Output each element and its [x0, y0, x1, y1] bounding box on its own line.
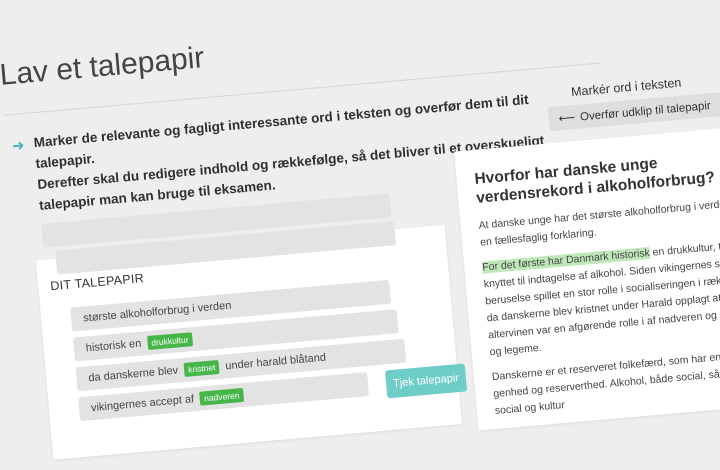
item-text: største alkoholforbrug i verden: [82, 299, 232, 325]
item-text: historisk en: [85, 337, 142, 355]
talepapir-card: DIT TALEPAPIR største alkoholforbrug i v…: [36, 193, 468, 460]
item-text: da danskerne blev: [87, 364, 179, 385]
transfer-clip-label: Overfør udklip til talepapir: [579, 100, 712, 124]
mark-toolbar: Markér ord i teksten ⟵ Overfør udklip til…: [546, 73, 720, 132]
keyword-tag[interactable]: nadveren: [199, 388, 245, 406]
scene: Lav et talepapir ➜ Marker de relevante o…: [0, 0, 720, 460]
article-card: Hvorfor har danske unge verdensrekord i …: [454, 125, 720, 431]
page-title: Lav et talepapir: [0, 41, 206, 92]
article-title: Hvorfor har danske unge verdensrekord i …: [473, 154, 716, 207]
arrow-right-icon: ➜: [11, 137, 26, 156]
check-talepapir-button[interactable]: Tjek talepapir: [384, 363, 468, 399]
item-text: under harald blåtand: [224, 351, 327, 373]
item-text: vikingernes accept af: [90, 393, 195, 415]
talepapir-title: DIT TALEPAPIR: [49, 271, 145, 294]
article-paragraph: For det første har Danmark historisk en …: [481, 235, 720, 361]
article-text[interactable]: At danske unge har det største alkoholfo…: [478, 193, 720, 427]
keyword-tag[interactable]: kristnet: [183, 360, 221, 378]
arrow-left-icon: ⟵: [558, 111, 576, 126]
keyword-tag[interactable]: drukkultur: [146, 332, 194, 351]
